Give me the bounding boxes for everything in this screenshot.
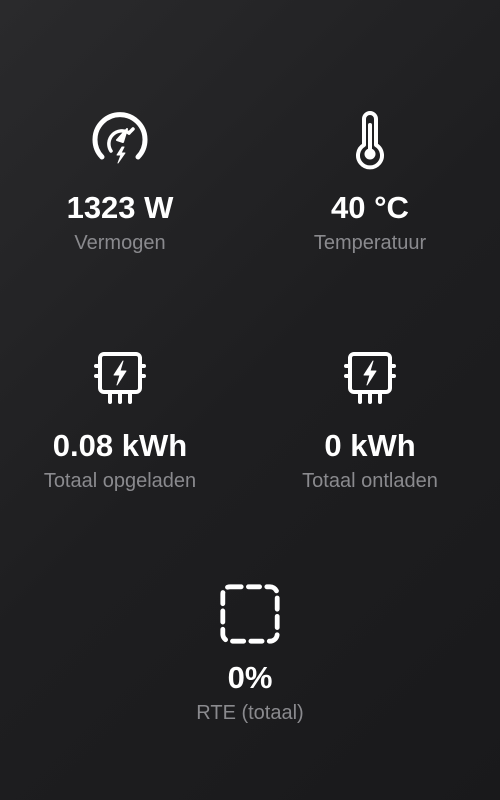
rte-value: 0% <box>227 660 273 695</box>
battery-charge-icon <box>88 346 152 410</box>
rte-label: RTE (totaal) <box>196 702 304 724</box>
total-charged-label: Totaal opgeladen <box>43 470 197 492</box>
total-discharged-value: 0 kWh <box>324 428 416 463</box>
temperature-value: 40 °C <box>331 190 409 225</box>
total-discharged-label: Totaal ontladen <box>302 470 438 492</box>
rte-dashed-square-icon <box>218 584 282 650</box>
temperature-label: Temperatuur <box>313 232 427 254</box>
stat-tile-total-charged[interactable]: 0.08 kWh Totaal opgeladen <box>0 346 240 494</box>
power-value: 1323 W <box>66 190 174 225</box>
battery-discharge-icon <box>338 346 402 410</box>
total-charged-value: 0.08 kWh <box>52 428 188 463</box>
stat-tile-power[interactable]: 1323 W Vermogen <box>0 108 240 256</box>
stat-tile-total-discharged[interactable]: 0 kWh Totaal ontladen <box>250 346 490 494</box>
stat-tile-temperature[interactable]: 40 °C Temperatuur <box>250 108 490 256</box>
stat-tile-rte-total[interactable]: 0% RTE (totaal) <box>130 584 370 726</box>
thermometer-icon <box>338 108 402 172</box>
power-gauge-icon <box>88 108 152 172</box>
power-label: Vermogen <box>74 232 166 254</box>
